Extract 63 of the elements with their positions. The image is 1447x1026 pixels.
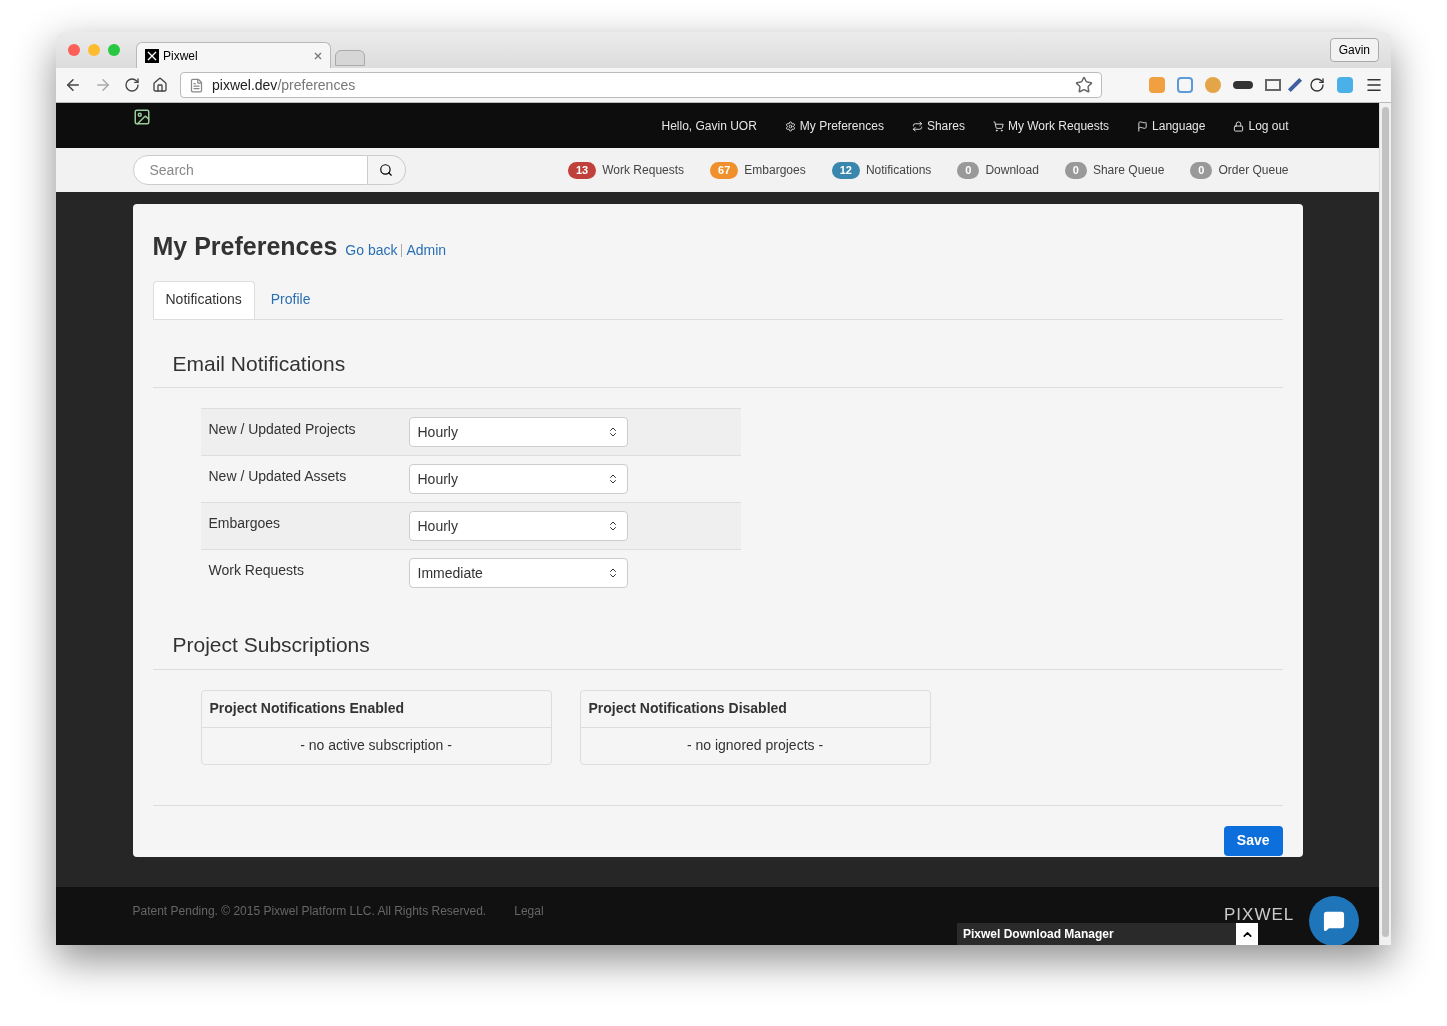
count-badge: 0	[1190, 161, 1213, 179]
panel-title: Project Notifications Enabled	[201, 690, 551, 728]
header-link[interactable]: Go back	[345, 240, 398, 261]
counter-link[interactable]: 0 Share Queue	[1064, 161, 1165, 179]
back-icon[interactable]	[64, 76, 82, 94]
search-button[interactable]	[367, 155, 406, 185]
copyright-text: Patent Pending. © 2015 Pixwel Platform LLC. All Rights Reserved.	[132, 903, 487, 920]
setting-label: New / Updated Projects	[208, 420, 357, 439]
counter-link[interactable]: 12 Notifications	[831, 161, 932, 179]
counter-link[interactable]: 0 Order Queue	[1190, 161, 1289, 179]
settings-icon	[784, 120, 796, 132]
count-badge: 13	[568, 161, 597, 179]
search-field[interactable]: Search	[132, 155, 368, 185]
counter-link[interactable]: 0 Download	[957, 161, 1039, 179]
count-badge: 0	[1064, 161, 1087, 179]
header-link[interactable]: Admin	[406, 240, 447, 261]
section-title: Project Subscriptions	[152, 597, 1283, 670]
counter-link[interactable]: 13 Work Requests	[568, 161, 685, 179]
repeat-icon	[911, 120, 923, 132]
nav-link[interactable]: My Work Requests	[992, 117, 1110, 135]
cart-icon	[992, 120, 1004, 132]
page-title: My Preferences	[152, 231, 338, 262]
pixwel-logo: PIXWEL	[1224, 904, 1295, 926]
tab[interactable]: Profile	[254, 280, 327, 319]
setting-label: New / Updated Assets	[208, 467, 348, 486]
panel-title: Project Notifications Disabled	[580, 690, 930, 728]
broken-image-icon	[132, 108, 151, 126]
count-badge: 0	[957, 161, 980, 179]
sync-icon[interactable]	[1309, 77, 1325, 93]
home-icon[interactable]	[152, 77, 168, 93]
count-badge: 12	[831, 161, 860, 179]
save-button[interactable]: Save	[1223, 825, 1283, 856]
menu-icon[interactable]	[1365, 76, 1383, 94]
lock-icon	[1233, 120, 1245, 132]
nav-link[interactable]: My Preferences	[784, 117, 884, 135]
favicon-icon	[145, 48, 159, 63]
help-button[interactable]	[1309, 896, 1359, 945]
search-icon	[379, 163, 393, 177]
scrollbar[interactable]	[1379, 103, 1391, 945]
flag-icon	[1137, 120, 1149, 132]
greeting-text: Hello, Gavin UOR	[661, 118, 757, 135]
nav-link[interactable]: Log out	[1233, 117, 1289, 135]
download-manager-bar[interactable]: Pixwel Download Manager	[957, 923, 1258, 945]
tab[interactable]: Notifications	[152, 280, 255, 319]
empty-text: - no ignored projects -	[685, 736, 825, 755]
close-tab-icon[interactable]	[314, 51, 322, 60]
reload-icon[interactable]	[124, 77, 140, 93]
help-chat-icon	[1323, 910, 1345, 932]
frequency-select[interactable]: Hourly	[408, 464, 628, 494]
frequency-select[interactable]: Immediate	[408, 558, 628, 588]
browser-tab[interactable]: Pixwel	[136, 42, 331, 68]
section-title: Email Notifications	[152, 319, 1283, 388]
nav-link[interactable]: Shares	[911, 117, 965, 135]
expand-button[interactable]	[1236, 923, 1258, 945]
empty-text: - no active subscription -	[299, 736, 453, 755]
counter-link[interactable]: 67 Embargoes	[710, 161, 806, 179]
frequency-select[interactable]: Hourly	[408, 511, 628, 541]
frequency-select[interactable]: Hourly	[408, 417, 628, 447]
profile-button[interactable]: Gavin	[1329, 38, 1379, 62]
nav-link[interactable]: Language	[1137, 117, 1206, 135]
setting-label: Work Requests	[208, 561, 305, 580]
count-badge: 67	[710, 161, 739, 179]
setting-label: Embargoes	[208, 514, 282, 533]
